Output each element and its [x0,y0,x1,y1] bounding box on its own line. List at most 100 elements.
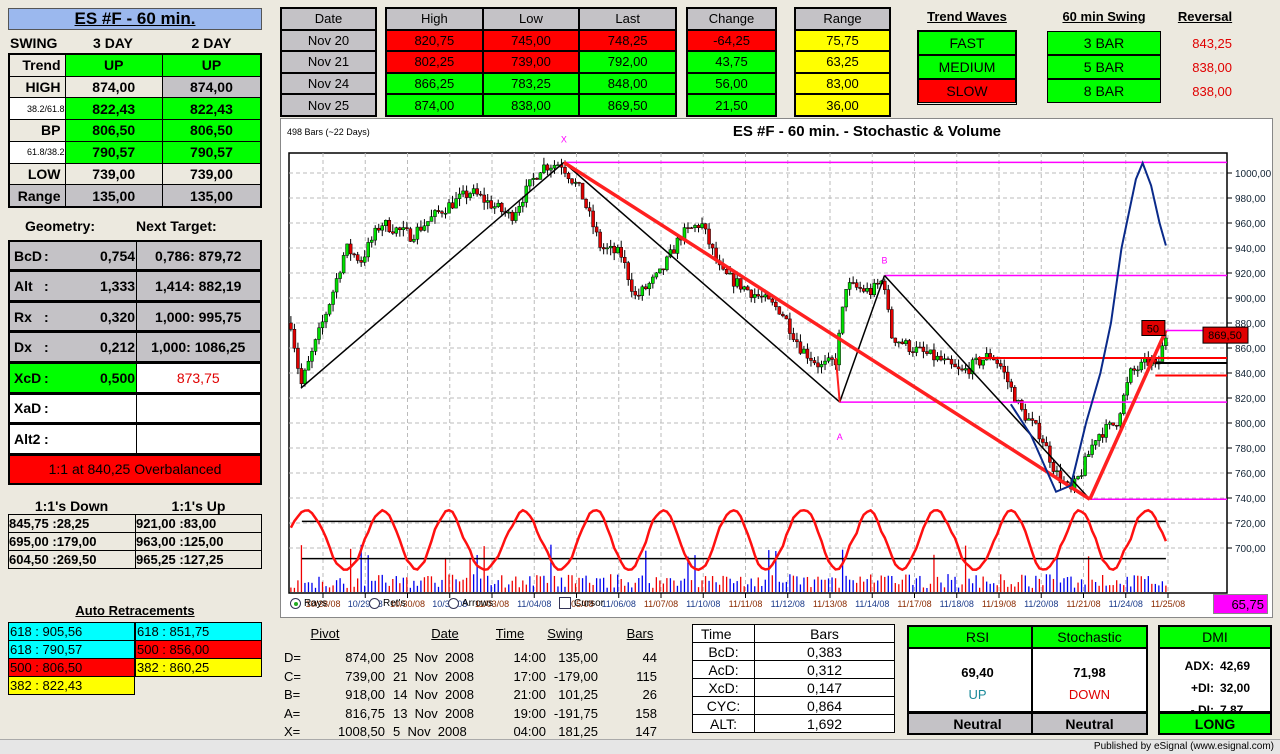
candle-down [710,243,715,249]
candle-down [436,210,441,212]
candle-up [549,167,553,171]
geometry-cell: Alt: 1,333 [8,270,137,303]
candle-up [443,212,448,215]
pivot-bars: 158 [635,705,657,721]
price-chart-panel[interactable]: 498 Bars (~22 Days) ES #F - 60 min. - St… [280,118,1273,618]
one-to-one-row: 695,00 :179,00 963,00 :125,00 [8,532,262,551]
candle-down [798,341,803,354]
rsi-status: Neutral [909,711,1046,733]
one-to-one-up-value: 963,00 :125,00 [135,532,262,551]
range-value-box: 65,75 [1213,594,1268,614]
candle-up [1118,413,1122,427]
auto-retracements-label: Auto Retracements [75,603,195,618]
daily-row: 83,00 [794,71,891,96]
candle-up [1076,476,1080,480]
cursor-checkbox[interactable]: Cursor [559,597,604,609]
candle-down [795,339,799,343]
candle-down [633,291,638,296]
daily-change-cell: 43,75 [686,50,777,74]
daily-range-cell: 36,00 [794,93,891,117]
candle-down [830,357,834,360]
candle-down [289,322,293,330]
swing-3day-value: UP [64,53,163,77]
swing-row-label: HIGH [8,75,66,99]
candle-up [844,289,848,308]
geometry-row: Rx: 0,320 1,000: 995,75 [8,300,262,334]
candle-down [408,228,413,242]
colon: : [44,430,49,447]
candle-down [296,348,300,369]
one-to-one-down-value: 695,00 :179,00 [8,532,136,551]
candle-down [988,353,992,358]
time-bars-row: ALT: 1,692 [692,714,895,733]
candle-down [995,359,999,364]
candle-down [932,349,936,361]
swing60-label: 60 min Swing [1062,9,1146,24]
candle-down [1009,381,1014,388]
daily-row: Nov 21 [280,50,377,74]
daily-row: 36,00 [794,93,891,117]
daily-row: 21,50 [686,93,777,117]
geometry-row: XaD: [8,392,262,426]
candle-up [640,286,645,296]
candle-up [1027,418,1031,421]
candle-up [819,364,824,368]
candle-up [608,245,613,249]
pivot-price: 1008,50 [338,724,385,739]
column-header: Range [794,7,891,31]
candle-up [963,368,968,371]
rays-radio[interactable]: Rays [290,598,327,609]
pivot-header: Pivot [310,626,340,641]
candle-up [457,193,462,199]
candle-up [665,256,669,271]
stochastic-direction: DOWN [1068,687,1111,702]
candle-down [953,363,957,368]
candle-down [440,211,444,214]
daily-row: Nov 25 [280,93,377,117]
candle-up [496,202,500,207]
candle-up [366,242,370,258]
swing-row-label: BP [8,119,66,142]
candle-up [394,227,399,234]
rets-radio[interactable]: Ret's [369,598,405,609]
column-header: Change [686,7,777,31]
geometry-label: BcD [14,247,43,264]
candle-up [306,360,311,371]
y-tick-label: 820,00 [1235,394,1266,405]
arrows-radio[interactable]: Arrows [448,598,493,609]
pivot-price: 874,00 [345,650,385,665]
candle-down [601,247,606,250]
candle-down [482,194,486,203]
swing-row: Trend UP UP [8,53,262,77]
daily-change-table: Change -64,25 43,75 56,00 21,50 [686,7,777,117]
candle-up [338,272,342,279]
swing-2day-value: 874,00 [161,75,262,99]
swing-label: SWING [10,35,58,51]
geometry-next-target: 1,000: 1086,25 [135,331,262,364]
candle-up [658,268,662,274]
geometry-row: BcD: 0,754 0,786: 879,72 [8,240,262,273]
pivot-date: 5 Nov 2008 [393,724,467,739]
swing-row-label: Range [8,184,66,208]
candle-up [317,327,321,340]
dmi-status: LONG [1160,711,1270,733]
pivot-label-b: B [881,256,887,266]
retracement-cell: 500 : 856,00 [135,640,262,659]
price-chart[interactable]: 700,00 720,00 740,00 760,00 780,00 800,00 820,… [281,119,1274,619]
rsi-value: 69,40 [961,665,994,680]
daily-row: 56,00 [686,71,777,96]
y-tick-label: 920,00 [1235,269,1266,280]
one-to-one-up-label: 1:1's Up [171,498,226,514]
candle-down [292,328,297,349]
candle-down [1132,368,1137,371]
y-tick-label: 720,00 [1235,519,1266,530]
x-tick-label: 11/18/08 [940,599,974,609]
pdi-value: 32,00 [1220,681,1251,695]
candle-down [359,260,363,263]
pivot-price: 918,00 [345,687,385,702]
candle-up [345,243,349,256]
status-text: Published by eSignal (www.esignal.com) [1093,741,1274,752]
candle-up [514,212,518,221]
daily-low-cell: 838,00 [481,93,581,117]
candle-up [542,164,546,173]
